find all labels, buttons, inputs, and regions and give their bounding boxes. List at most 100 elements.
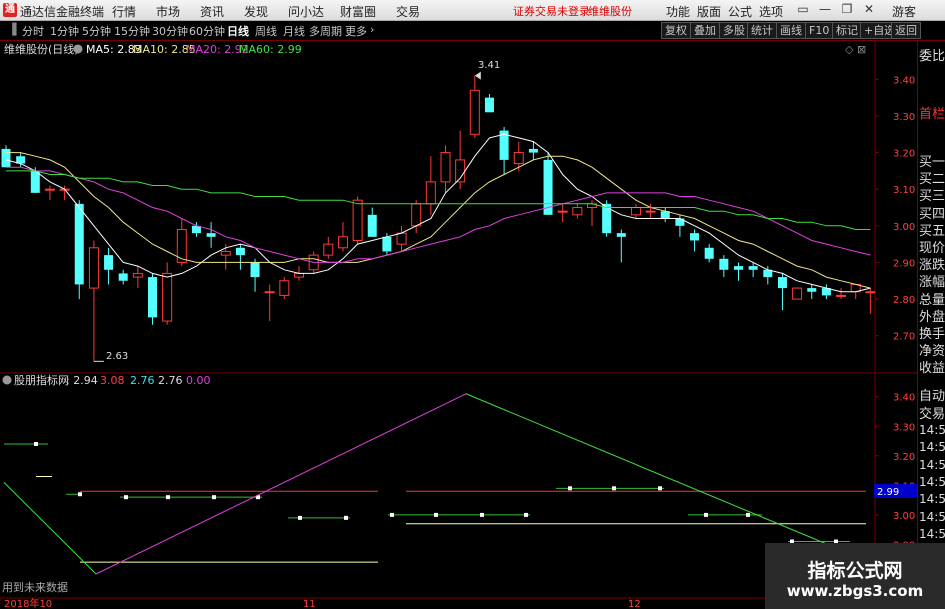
menu-formula[interactable]: 公式 — [728, 3, 752, 20]
candle-body — [206, 233, 216, 237]
menu-trade[interactable]: 交易 — [396, 3, 420, 20]
menu-wealth[interactable]: 财富圈 — [340, 3, 376, 20]
btn-mark[interactable]: 标记 — [832, 22, 862, 39]
candle-body — [528, 148, 538, 153]
period-15min[interactable]: 15分钟 — [114, 23, 150, 39]
candle-body — [836, 294, 847, 297]
watermark-url: www.zbgs3.com — [786, 582, 924, 600]
ma60-line — [6, 170, 871, 230]
period-toolbar: ▐ 分时 1分钟 5分钟 15分钟 30分钟 60分钟 日线 周线 月线 多周期… — [0, 21, 945, 41]
y-tick-label: 2.70 — [893, 332, 915, 343]
step-dot — [34, 442, 38, 446]
btn-back[interactable]: 返回 — [891, 22, 921, 39]
period-monthly[interactable]: 月线 — [283, 23, 305, 39]
quote-label-8: 涨跌 — [919, 258, 945, 274]
candle-body — [250, 262, 260, 278]
period-multi[interactable]: 多周期 — [309, 23, 342, 39]
restore-icon[interactable]: ❐ — [840, 2, 854, 17]
menu-quotes[interactable]: 行情 — [112, 3, 136, 20]
y-tick-label: 3.00 — [893, 222, 915, 233]
trade-time: 14:56 — [919, 457, 945, 472]
close-icon[interactable]: ✕ — [862, 2, 876, 17]
btn-f10[interactable]: F10 — [805, 22, 834, 39]
step-dot — [212, 495, 216, 500]
quote-label-first: 首栏 — [919, 107, 945, 122]
period-30min[interactable]: 30分钟 — [152, 23, 188, 39]
candle-body — [30, 170, 40, 193]
btn-statistics[interactable]: 统计 — [747, 22, 777, 39]
period-intraday[interactable]: 分时 — [22, 23, 44, 39]
zigzag-up — [95, 393, 467, 575]
btn-overlay[interactable]: 叠加 — [690, 22, 720, 39]
candle-body — [572, 207, 583, 216]
x-label-oct: 2018年10 — [4, 597, 52, 609]
indicator-value-2: 3.08 — [100, 374, 125, 387]
y-tick-label: 2.80 — [893, 295, 915, 306]
btn-adjust[interactable]: 复权 — [661, 22, 691, 39]
trade-auto-label: 自动 — [919, 389, 945, 404]
title-bar: 通 通达信金融终端 行情 市场 资讯 发现 问小达 财富圈 交易 证券交易未登录… — [0, 0, 945, 21]
menu-layout[interactable]: 版面 — [697, 3, 721, 20]
quote-label-14: 收益 — [919, 361, 945, 377]
candle-body — [719, 258, 729, 270]
high-price-label: 3.41 — [478, 60, 500, 71]
step-dot — [78, 492, 82, 497]
low-price-label: 2.63 — [106, 351, 128, 362]
menu-options[interactable]: 选项 — [759, 3, 783, 20]
menu-market[interactable]: 市场 — [156, 3, 180, 20]
btn-multi-stock[interactable]: 多股 — [719, 22, 749, 39]
candle-body — [645, 210, 656, 213]
indicator-toggle-icon[interactable] — [2, 375, 12, 385]
candle-body — [792, 287, 803, 300]
trade-time: 14:56 — [919, 423, 945, 437]
y-tick-label: 3.40 — [893, 75, 915, 86]
y-tick-label: 3.10 — [893, 185, 915, 196]
menu-news[interactable]: 资讯 — [200, 3, 224, 20]
candle-body — [367, 214, 377, 237]
minimize-icon[interactable]: — — [818, 2, 832, 17]
period-daily[interactable]: 日线 — [227, 23, 249, 39]
trade-time: 14:56 — [919, 509, 945, 524]
quote-label-5: 买四 — [919, 206, 945, 222]
period-more[interactable]: 更多 — [345, 23, 367, 39]
y-tick-label: 2.90 — [893, 258, 915, 269]
candle-body — [602, 203, 612, 234]
step-dot — [480, 512, 484, 517]
skin-icon[interactable]: ▭ — [796, 2, 810, 17]
candle-body — [690, 233, 700, 241]
step-dot — [658, 486, 662, 491]
period-weekly[interactable]: 周线 — [255, 23, 277, 39]
indicator-name: 股朋指标网 — [14, 373, 69, 387]
guest-login[interactable]: 游客 — [892, 3, 916, 20]
more-chevron-icon[interactable]: › — [370, 23, 374, 36]
indicator-value-5: 0.00 — [186, 374, 211, 387]
menu-ask[interactable]: 问小达 — [288, 3, 324, 20]
candle-body — [734, 266, 743, 270]
period-5min[interactable]: 5分钟 — [82, 23, 111, 39]
period-1min[interactable]: 1分钟 — [50, 23, 79, 39]
trade-time: 14:56 — [919, 492, 945, 507]
candle-body — [44, 188, 55, 191]
btn-drawline[interactable]: 画线 — [776, 22, 806, 39]
candle-body — [807, 288, 817, 292]
period-60min[interactable]: 60分钟 — [189, 23, 225, 39]
quote-label-9: 涨幅 — [919, 275, 945, 291]
candle-body — [337, 236, 348, 249]
quote-label-6: 买五 — [919, 223, 945, 239]
step-dot — [612, 486, 616, 491]
current-value: 2.99 — [877, 487, 899, 498]
candle-body — [748, 266, 758, 270]
menu-function[interactable]: 功能 — [666, 3, 690, 20]
step-dot — [568, 486, 572, 491]
menu-discover[interactable]: 发现 — [244, 3, 268, 20]
trade-time: 14:56 — [919, 526, 945, 541]
trade-login-notice[interactable]: 证券交易未登录 — [513, 3, 590, 19]
ma-toggle-icon[interactable] — [73, 44, 83, 54]
chart-settings-icon[interactable]: ◇ ⊠ — [845, 43, 866, 56]
candle-body — [440, 152, 451, 183]
candle-body — [396, 232, 407, 245]
candle-body — [704, 247, 714, 259]
step-dot — [704, 512, 708, 517]
kline-chart[interactable]: 3.40 3.30 3.20 3.10 3.00 2.90 2.80 2.70 3.40 3.30… — [0, 41, 917, 609]
quote-label-4: 买三 — [919, 189, 945, 205]
